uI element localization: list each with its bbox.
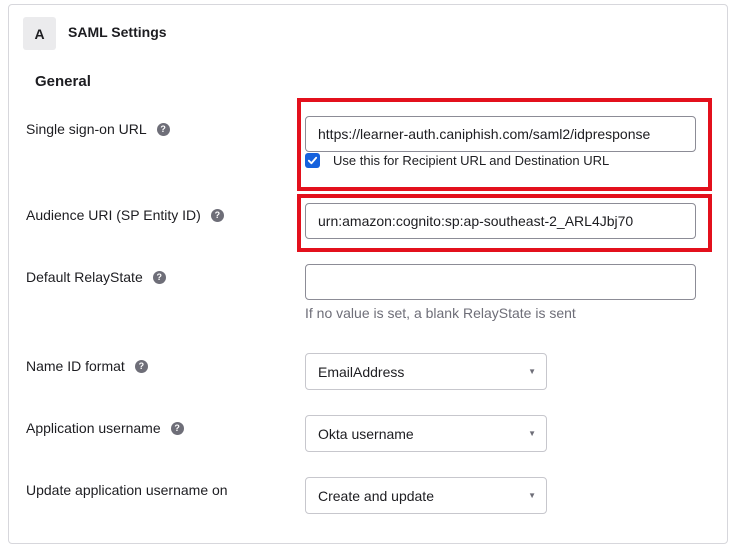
relay-state-label-text: Default RelayState bbox=[26, 269, 143, 285]
update-username-label-text: Update application username on bbox=[26, 482, 228, 498]
name-id-format-label: Name ID format ? bbox=[26, 358, 148, 374]
help-icon[interactable]: ? bbox=[156, 122, 170, 136]
audience-uri-label: Audience URI (SP Entity ID) ? bbox=[26, 207, 224, 223]
help-icon[interactable]: ? bbox=[170, 421, 184, 435]
caret-down-icon: ▼ bbox=[528, 367, 536, 376]
relay-state-hint: If no value is set, a blank RelayState i… bbox=[305, 305, 576, 321]
app-username-value: Okta username bbox=[318, 425, 414, 442]
caret-down-icon: ▼ bbox=[528, 491, 536, 500]
audience-uri-highlight bbox=[297, 194, 712, 252]
name-id-format-select[interactable]: EmailAddress ▼ bbox=[305, 353, 547, 390]
help-icon[interactable]: ? bbox=[152, 270, 166, 284]
app-username-label-text: Application username bbox=[26, 420, 161, 436]
update-username-select[interactable]: Create and update ▼ bbox=[305, 477, 547, 514]
help-icon[interactable]: ? bbox=[210, 208, 224, 222]
app-username-label: Application username ? bbox=[26, 420, 184, 436]
sso-url-label-text: Single sign-on URL bbox=[26, 121, 147, 137]
panel-title: SAML Settings bbox=[68, 24, 167, 40]
relay-state-label: Default RelayState ? bbox=[26, 269, 166, 285]
audience-uri-label-text: Audience URI (SP Entity ID) bbox=[26, 207, 201, 223]
sso-url-label: Single sign-on URL ? bbox=[26, 121, 170, 137]
update-username-value: Create and update bbox=[318, 487, 434, 504]
name-id-format-label-text: Name ID format bbox=[26, 358, 125, 374]
name-id-format-value: EmailAddress bbox=[318, 363, 405, 380]
update-username-label: Update application username on bbox=[26, 482, 228, 498]
sso-url-highlight bbox=[297, 98, 712, 191]
app-username-select[interactable]: Okta username ▼ bbox=[305, 415, 547, 452]
help-icon[interactable]: ? bbox=[134, 359, 148, 373]
step-badge: A bbox=[23, 17, 56, 50]
relay-state-input[interactable] bbox=[305, 264, 696, 300]
section-heading: General bbox=[35, 73, 91, 90]
caret-down-icon: ▼ bbox=[528, 429, 536, 438]
